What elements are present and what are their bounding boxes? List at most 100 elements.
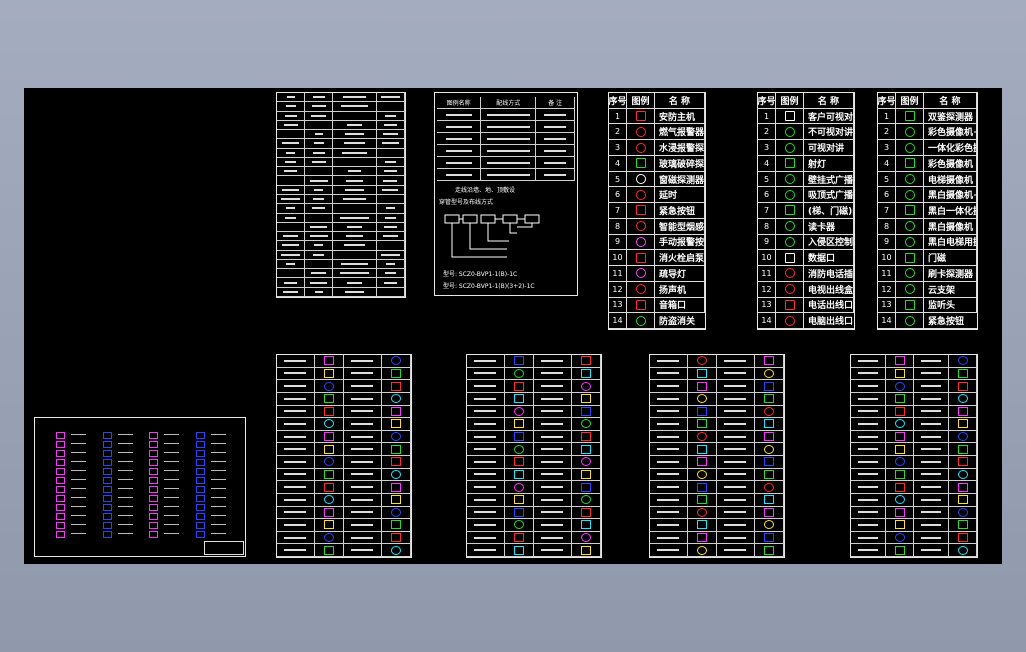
- code-table-cell: [333, 120, 377, 131]
- symbol-cell: [913, 493, 950, 507]
- symbol-cell: [277, 493, 315, 507]
- legend-row-label: 黑白摄像机+云台: [924, 187, 977, 204]
- code-table-cell: [305, 120, 334, 131]
- audio-outlet-icon: [635, 299, 646, 310]
- legend-row-number: 12: [609, 281, 627, 298]
- legend-row-number: 13: [758, 297, 776, 314]
- legend-symbol-cell: [776, 140, 804, 156]
- code-table: [277, 93, 405, 297]
- symbol-cell: [886, 519, 914, 532]
- legend-symbol-cell: [896, 297, 924, 314]
- symbol-mark: [580, 381, 591, 391]
- symbol-cell: [571, 443, 601, 456]
- legend-row-number: 14: [609, 313, 627, 329]
- symbol-cell: [650, 456, 688, 469]
- symbol-mark: [957, 432, 968, 442]
- code-table-cell: [376, 130, 405, 140]
- symbol-mark: [957, 545, 968, 555]
- code-table-cell: [376, 185, 405, 195]
- symbol-cell: [571, 468, 601, 482]
- data-outlet-icon: [784, 252, 795, 263]
- code-table-cell: [305, 259, 334, 270]
- code-table-cell: [277, 194, 306, 205]
- symbol-mark: [580, 432, 591, 442]
- legend-row-number: 7: [758, 203, 776, 219]
- symbol-cell: [886, 456, 914, 469]
- symbol-cell: [314, 506, 344, 520]
- symbol-cell: [467, 430, 505, 444]
- symbol-mark: [957, 368, 968, 378]
- overview-mark: [102, 450, 112, 458]
- code-table-cell: [305, 93, 334, 103]
- symbol-cell: [504, 519, 534, 532]
- symbol-mark: [390, 356, 401, 366]
- code-table-cell: [305, 241, 334, 251]
- symbol-mark: [390, 545, 401, 555]
- legend-header: 名 称: [804, 93, 854, 109]
- symbol-cell: [571, 519, 601, 532]
- symbol-mark: [580, 507, 591, 517]
- overview-mark: [195, 432, 205, 440]
- overview-sheet: [34, 417, 246, 557]
- symbol-cell: [533, 519, 572, 532]
- code-table-cell: [305, 176, 334, 186]
- symbol-mark: [323, 406, 334, 416]
- symbol-mark: [696, 432, 707, 442]
- symbol-cell: [343, 430, 382, 444]
- symbol-cell: [467, 392, 505, 406]
- wiring-note-1: 走线沿墙、地、顶敷设: [455, 187, 516, 194]
- symbol-mark: [323, 457, 334, 467]
- symbol-cell: [571, 531, 601, 545]
- symbol-mark: [390, 469, 401, 479]
- legend-row-number: 14: [758, 313, 776, 329]
- code-table-cell: [277, 287, 306, 297]
- legend-row-number: 11: [609, 266, 627, 282]
- window-contact-icon: [635, 174, 646, 185]
- drawing-canvas[interactable]: 图例名称 配线方式 备 注 走线沿墙、地、顶敷设 穿管型号及布线方式 型号: S…: [24, 88, 1002, 564]
- symbol-cell: [886, 392, 914, 406]
- legend-symbol-cell: [896, 124, 924, 141]
- overview-line: [117, 506, 133, 508]
- symbol-cell: [504, 418, 534, 431]
- symbol-cell: [381, 481, 411, 494]
- overview-line: [210, 470, 226, 472]
- overview-line: [210, 533, 226, 535]
- symbol-cell: [754, 519, 784, 532]
- legend-row-number: 10: [609, 250, 627, 267]
- legend-row-number: 3: [609, 140, 627, 156]
- symbol-mark: [957, 406, 968, 416]
- symbol-mark: [894, 394, 905, 404]
- overview-line: [164, 470, 180, 472]
- code-table-cell: [333, 278, 377, 288]
- legend-symbol-cell: [776, 218, 804, 235]
- overview-mark: [149, 521, 159, 529]
- symbol-cell: [343, 443, 382, 456]
- symbol-cell: [949, 367, 977, 381]
- symbol-cell: [467, 443, 505, 456]
- symbol-cell: [949, 493, 977, 507]
- symbol-mark: [894, 507, 905, 517]
- symbol-cell: [650, 493, 688, 507]
- symbol-cell: [467, 531, 505, 545]
- symbol-cell: [851, 468, 887, 482]
- symbol-cell: [314, 468, 344, 482]
- symbol-cell: [277, 355, 315, 368]
- legend-symbol-cell: [896, 155, 924, 172]
- legend-row-label: 电梯摄像机: [924, 171, 977, 188]
- symbol-cell: [277, 392, 315, 406]
- exit-light-icon: [635, 268, 646, 279]
- overview-line: [117, 497, 133, 499]
- symbol-cell: [343, 405, 382, 419]
- code-table-cell: [305, 204, 334, 214]
- legend-row-number: 11: [878, 266, 896, 282]
- code-table-cell: [277, 102, 306, 112]
- symbol-cell: [314, 430, 344, 444]
- tv-outlet-icon: [784, 284, 795, 295]
- legend-header: 图例: [896, 93, 924, 109]
- legend-row-label: 黑白摄像机: [924, 218, 977, 235]
- code-table-cell: [376, 241, 405, 251]
- overview-line: [210, 497, 226, 499]
- legend-row-number: 6: [758, 187, 776, 204]
- symbol-mark: [513, 444, 524, 454]
- code-table-cell: [277, 93, 306, 103]
